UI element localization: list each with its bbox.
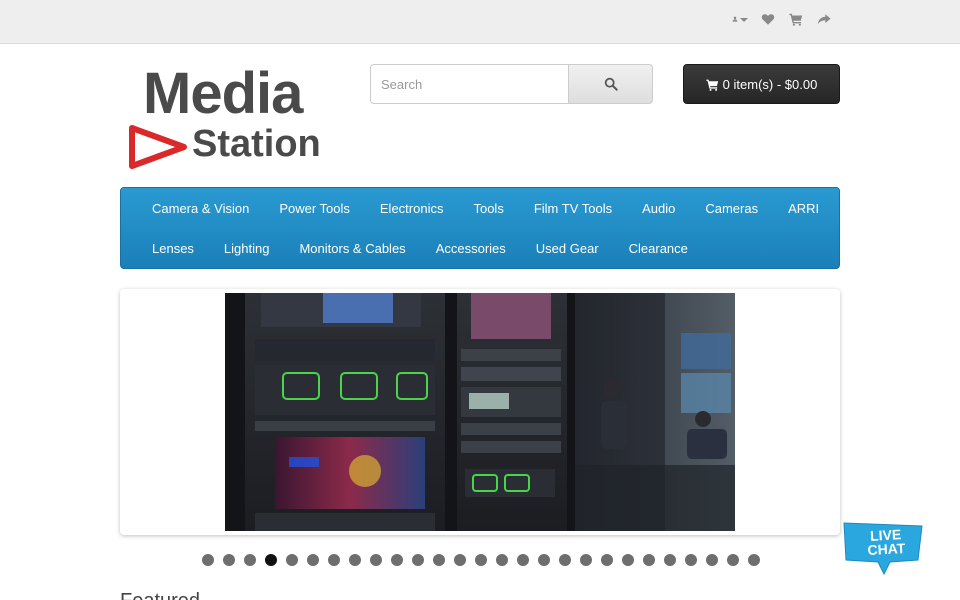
search-bar <box>370 64 653 104</box>
user-icon <box>732 16 738 22</box>
pager-dot[interactable] <box>370 554 382 566</box>
pager-dot[interactable] <box>454 554 466 566</box>
site-logo[interactable]: Media Station <box>124 62 336 172</box>
menu-item-clearance[interactable]: Clearance <box>614 241 703 256</box>
featured-heading: Featured <box>120 590 200 600</box>
live-chat-label: LIVE CHAT <box>849 526 922 558</box>
menu-item-cameras[interactable]: Cameras <box>690 201 773 216</box>
slideshow-pager <box>202 554 760 566</box>
menu-row: Camera & Vision Power Tools Electronics … <box>137 188 839 228</box>
top-bar <box>0 0 960 44</box>
cart-button[interactable]: 0 item(s) - $0.00 <box>683 64 840 104</box>
pager-dot[interactable] <box>538 554 550 566</box>
menu-item-accessories[interactable]: Accessories <box>421 241 521 256</box>
menu-item-audio[interactable]: Audio <box>627 201 690 216</box>
logo-text-station: Station <box>192 123 321 165</box>
pager-dot[interactable] <box>601 554 613 566</box>
live-chat-button[interactable]: LIVE CHAT <box>838 520 926 576</box>
share-icon <box>817 14 831 25</box>
pager-dot[interactable] <box>580 554 592 566</box>
pager-dot[interactable] <box>706 554 718 566</box>
account-dropdown[interactable] <box>732 11 748 27</box>
slide-image[interactable] <box>225 293 735 531</box>
pager-dot[interactable] <box>559 554 571 566</box>
menu-item-film-tv-tools[interactable]: Film TV Tools <box>519 201 627 216</box>
menu-item-lighting[interactable]: Lighting <box>209 241 285 256</box>
menu-row: Lenses Lighting Monitors & Cables Access… <box>137 228 839 268</box>
pager-dot[interactable] <box>265 554 277 566</box>
top-links <box>732 11 832 27</box>
checkout-link[interactable] <box>816 11 832 27</box>
pager-dot[interactable] <box>643 554 655 566</box>
pager-dot[interactable] <box>748 554 760 566</box>
cart-icon <box>789 13 803 26</box>
broadcast-equipment-image <box>225 293 735 531</box>
menu-item-used-gear[interactable]: Used Gear <box>521 241 614 256</box>
pager-dot[interactable] <box>223 554 235 566</box>
pager-dot[interactable] <box>496 554 508 566</box>
pager-dot[interactable] <box>685 554 697 566</box>
pager-dot[interactable] <box>622 554 634 566</box>
pager-dot[interactable] <box>664 554 676 566</box>
cart-summary: 0 item(s) - $0.00 <box>722 76 818 92</box>
search-icon <box>604 77 618 91</box>
menu-item-monitors-cables[interactable]: Monitors & Cables <box>284 241 420 256</box>
pager-dot[interactable] <box>727 554 739 566</box>
search-button[interactable] <box>569 64 653 104</box>
pager-dot[interactable] <box>328 554 340 566</box>
pager-dot[interactable] <box>286 554 298 566</box>
pager-dot[interactable] <box>517 554 529 566</box>
pager-dot[interactable] <box>202 554 214 566</box>
slideshow <box>120 289 840 535</box>
pager-dot[interactable] <box>433 554 445 566</box>
menu-item-arri[interactable]: ARRI <box>773 201 834 216</box>
menu-item-tools[interactable]: Tools <box>458 201 518 216</box>
logo-text-media: Media <box>143 61 303 126</box>
pager-dot[interactable] <box>475 554 487 566</box>
pager-dot[interactable] <box>307 554 319 566</box>
pager-dot[interactable] <box>244 554 256 566</box>
menu-item-power-tools[interactable]: Power Tools <box>264 201 365 216</box>
cart-icon <box>706 79 718 91</box>
menu-item-electronics[interactable]: Electronics <box>365 201 459 216</box>
pager-dot[interactable] <box>412 554 424 566</box>
heart-icon <box>761 14 775 25</box>
menu-item-camera-vision[interactable]: Camera & Vision <box>137 201 264 216</box>
pager-dot[interactable] <box>349 554 361 566</box>
search-input[interactable] <box>370 64 569 104</box>
shopping-cart-link[interactable] <box>788 11 804 27</box>
play-icon <box>129 125 187 169</box>
wishlist-link[interactable] <box>760 11 776 27</box>
menu-item-lenses[interactable]: Lenses <box>137 241 209 256</box>
chevron-down-icon <box>740 18 748 22</box>
main-menu: Camera & Vision Power Tools Electronics … <box>120 187 840 269</box>
pager-dot[interactable] <box>391 554 403 566</box>
